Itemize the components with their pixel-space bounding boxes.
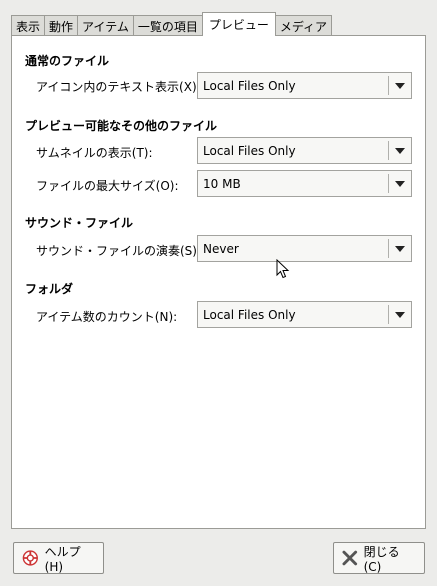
preview-panel: 通常のファイル アイコン内のテキスト表示(X): Local Files Onl… [11,35,426,529]
show-thumbnails-combo[interactable]: Local Files Only [197,137,412,164]
combo-value: Local Files Only [203,143,296,158]
tab-icon-captions[interactable]: アイテム [77,15,134,36]
section-title-normal-files: 通常のファイル [25,54,110,68]
section-title-folders: フォルダ [25,282,74,296]
count-items-combo[interactable]: Local Files Only [197,301,412,328]
tab-display[interactable]: 表示 [11,15,46,36]
close-x-icon [342,550,358,566]
combo-value: 10 MB [203,176,241,191]
chevron-down-icon [389,171,411,196]
section-title-other-previewable: プレビュー可能なその他のファイル [25,119,218,133]
text-in-icons-label: アイコン内のテキスト表示(X): [36,80,201,94]
tab-media[interactable]: メディア [274,15,333,36]
max-file-size-label: ファイルの最大サイズ(O): [36,179,179,193]
tab-behavior[interactable]: 動作 [44,15,79,36]
combo-value: Never [203,241,239,256]
lifebuoy-icon [22,550,38,566]
show-thumbnails-label: サムネイルの表示(T): [36,146,153,160]
count-items-label: アイテム数のカウント(N): [36,310,178,324]
chevron-down-icon [389,138,411,163]
chevron-down-icon [389,73,411,98]
play-sound-combo[interactable]: Never [197,235,412,262]
text-in-icons-combo[interactable]: Local Files Only [197,72,412,99]
combo-value: Local Files Only [203,307,296,322]
max-file-size-combo[interactable]: 10 MB [197,170,412,197]
tab-list-columns[interactable]: 一覧の項目 [132,15,203,36]
help-button-label: ヘルプ(H) [44,544,81,574]
play-sound-label: サウンド・ファイルの演奏(S): [36,244,202,258]
section-title-sound-files: サウンド・ファイル [25,216,134,230]
help-button[interactable]: ヘルプ(H) [13,542,104,574]
chevron-down-icon [389,302,411,327]
tab-bar: 表示 動作 アイテム 一覧の項目 プレビュー メディア [11,12,333,36]
mouse-cursor-icon [276,259,290,279]
close-button-label: 閉じる(C) [363,544,400,574]
chevron-down-icon [389,236,411,261]
tab-preview[interactable]: プレビュー [201,12,276,36]
close-button[interactable]: 閉じる(C) [333,542,425,574]
combo-value: Local Files Only [203,78,296,93]
